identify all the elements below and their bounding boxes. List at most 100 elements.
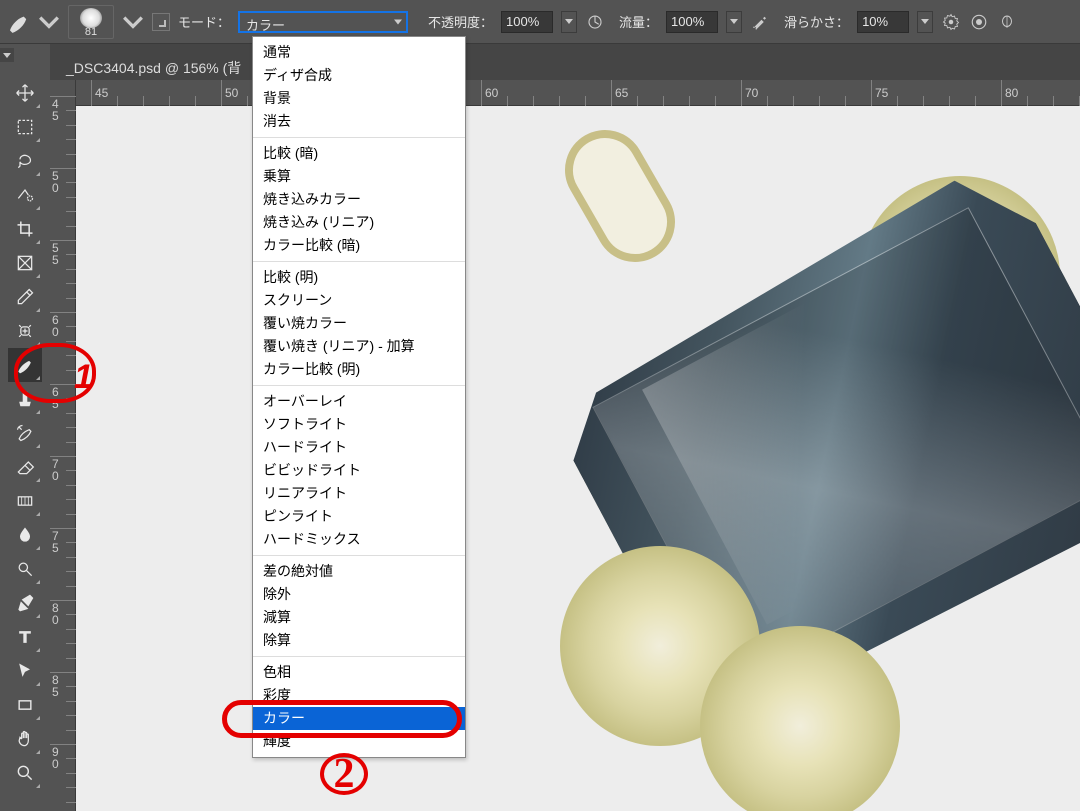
blend-mode-item[interactable]: ピンライト (253, 505, 465, 528)
ruler-v-label: 75 (52, 530, 62, 554)
ruler-v-label: 55 (52, 242, 62, 266)
blend-mode-item[interactable]: ハードライト (253, 436, 465, 459)
mode-value: カラー (246, 18, 285, 33)
brush-size-label: 81 (85, 26, 97, 38)
symmetry-butterfly-icon[interactable] (997, 12, 1017, 32)
type-tool[interactable] (8, 620, 42, 654)
blend-mode-item[interactable]: リニアライト (253, 482, 465, 505)
ruler-vertical[interactable]: 45505560657075808590 (50, 80, 76, 811)
opacity-dropdown-arrow[interactable] (561, 11, 577, 33)
smoothing-dropdown-arrow[interactable] (917, 11, 933, 33)
hand-tool[interactable] (8, 722, 42, 756)
brush-preset-picker[interactable]: 81 (68, 5, 114, 39)
path-select-tool[interactable] (8, 654, 42, 688)
smoothing-input[interactable] (857, 11, 909, 33)
blur-tool[interactable] (8, 518, 42, 552)
blend-mode-item[interactable]: 覆い焼き (リニア) - 加算 (253, 335, 465, 358)
ruler-h-label: 45 (95, 86, 108, 100)
eyedropper-tool[interactable] (8, 280, 42, 314)
pressure-opacity-icon[interactable] (585, 12, 605, 32)
dodge-tool[interactable] (8, 552, 42, 586)
mode-dropdown[interactable]: カラー (238, 11, 408, 33)
blend-mode-item[interactable]: 除算 (253, 629, 465, 652)
smoothing-gear-icon[interactable] (941, 12, 961, 32)
blend-mode-item[interactable]: カラー比較 (明) (253, 358, 465, 381)
document-tab[interactable]: _DSC3404.psd @ 156% (背 (50, 52, 257, 80)
opacity-label: 不透明度： (428, 12, 493, 31)
blend-mode-item[interactable]: 通常 (253, 41, 465, 64)
quick-select-tool[interactable] (8, 178, 42, 212)
blend-mode-item[interactable]: オーバーレイ (253, 390, 465, 413)
blend-mode-item[interactable]: 色相 (253, 661, 465, 684)
current-tool-icon (8, 11, 30, 33)
ruler-v-label: 60 (52, 314, 62, 338)
blend-mode-item[interactable]: 減算 (253, 606, 465, 629)
flow-input[interactable] (666, 11, 718, 33)
tool-preset-arrow-icon[interactable] (38, 11, 60, 33)
ruler-v-label: 90 (52, 746, 62, 770)
canvas-area: 45505560657075808590 4550556065707580 (50, 80, 1080, 811)
blend-mode-item[interactable]: 彩度 (253, 684, 465, 707)
mode-label: モード： (178, 12, 230, 31)
eraser-tool[interactable] (8, 450, 42, 484)
brush-tool[interactable] (8, 348, 42, 382)
spot-healing-tool[interactable] (8, 314, 42, 348)
ruler-v-label: 45 (52, 98, 62, 122)
blend-mode-item[interactable]: 除外 (253, 583, 465, 606)
blend-mode-item[interactable]: 焼き込みカラー (253, 188, 465, 211)
blend-mode-dropdown-list: 通常ディザ合成背景消去比較 (暗)乗算焼き込みカラー焼き込み (リニア)カラー比… (252, 36, 466, 758)
blend-mode-item[interactable]: 消去 (253, 110, 465, 133)
blend-mode-item[interactable]: スクリーン (253, 289, 465, 312)
blend-mode-item[interactable]: 焼き込み (リニア) (253, 211, 465, 234)
clone-stamp-tool[interactable] (8, 382, 42, 416)
ruler-h-label: 80 (1005, 86, 1018, 100)
ruler-h-label: 60 (485, 86, 498, 100)
rectangle-tool[interactable] (8, 688, 42, 722)
ruler-h-label: 70 (745, 86, 758, 100)
brush-panel-toggle-icon[interactable] (152, 13, 170, 31)
airbrush-icon[interactable] (750, 12, 770, 32)
blend-mode-item[interactable]: 乗算 (253, 165, 465, 188)
frame-tool[interactable] (8, 246, 42, 280)
options-bar: 81 モード： カラー 不透明度： 流量： 滑らかさ： (0, 0, 1080, 44)
smoothing-label: 滑らかさ： (784, 12, 849, 31)
blend-mode-item[interactable]: 比較 (明) (253, 266, 465, 289)
photo-content (550, 115, 689, 276)
opacity-input[interactable] (501, 11, 553, 33)
blend-mode-item[interactable]: 差の絶対値 (253, 560, 465, 583)
blend-mode-item[interactable]: 比較 (暗) (253, 142, 465, 165)
blend-mode-item[interactable]: 背景 (253, 87, 465, 110)
pen-tool[interactable] (8, 586, 42, 620)
marquee-tool[interactable] (8, 110, 42, 144)
blend-mode-item[interactable]: カラー (253, 707, 465, 730)
brush-thumbnail-icon (80, 8, 102, 28)
blend-mode-item[interactable]: ディザ合成 (253, 64, 465, 87)
blend-mode-item[interactable]: ビビッドライト (253, 459, 465, 482)
ruler-v-label: 80 (52, 602, 62, 626)
zoom-tool[interactable] (8, 756, 42, 790)
flow-dropdown-arrow[interactable] (726, 11, 742, 33)
document-canvas[interactable] (76, 106, 1080, 811)
collapse-tool-header[interactable] (0, 48, 14, 62)
move-tool[interactable] (8, 76, 42, 110)
blend-mode-item[interactable]: 輝度 (253, 730, 465, 753)
lasso-tool[interactable] (8, 144, 42, 178)
ruler-v-label: 85 (52, 674, 62, 698)
document-tabstrip: _DSC3404.psd @ 156% (背 (50, 44, 1080, 80)
gradient-tool[interactable] (8, 484, 42, 518)
flow-label: 流量： (619, 12, 658, 31)
history-brush-tool[interactable] (8, 416, 42, 450)
blend-mode-item[interactable]: ソフトライト (253, 413, 465, 436)
ruler-h-label: 75 (875, 86, 888, 100)
ruler-horizontal[interactable]: 4550556065707580 (76, 80, 1080, 106)
photo-content (700, 626, 900, 811)
blend-mode-item[interactable]: カラー比較 (暗) (253, 234, 465, 257)
pressure-size-icon[interactable] (969, 12, 989, 32)
tool-panel (0, 64, 50, 811)
crop-tool[interactable] (8, 212, 42, 246)
ruler-v-label: 50 (52, 170, 62, 194)
ruler-h-label: 65 (615, 86, 628, 100)
brush-preview-arrow-icon[interactable] (122, 11, 144, 33)
blend-mode-item[interactable]: 覆い焼カラー (253, 312, 465, 335)
blend-mode-item[interactable]: ハードミックス (253, 528, 465, 551)
